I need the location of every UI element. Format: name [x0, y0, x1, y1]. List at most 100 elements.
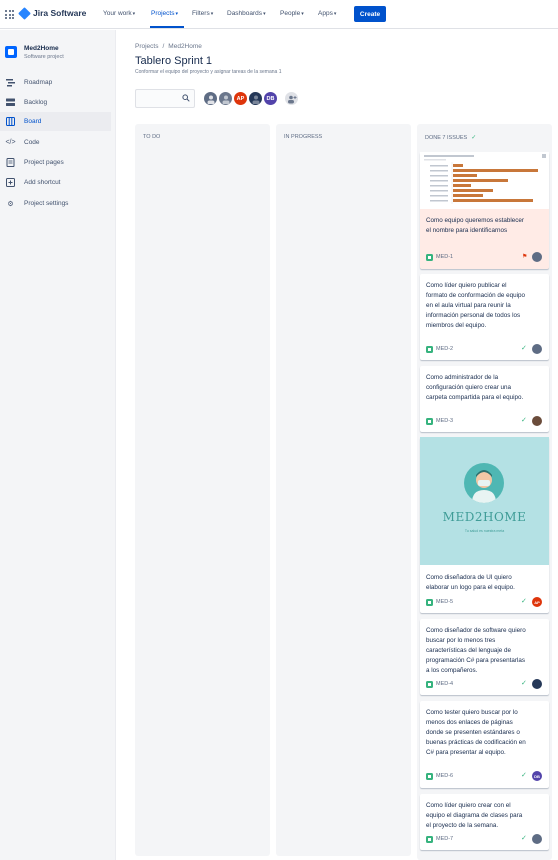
nav-people[interactable]: People▾ — [280, 10, 304, 17]
create-button[interactable]: Create — [354, 6, 386, 22]
story-icon — [426, 681, 433, 688]
column-in-progress[interactable]: IN PROGRESS — [276, 124, 411, 856]
avatar-filter-2[interactable] — [218, 91, 233, 106]
column-title: DONE 7 ISSUES ✓ — [425, 135, 477, 141]
code-icon: </> — [5, 139, 16, 146]
logo-title: MED2HOME — [442, 510, 527, 524]
issue-key[interactable]: MED-2 — [436, 346, 453, 352]
person-icon — [207, 95, 214, 104]
sidebar-item-label: Add shortcut — [24, 179, 61, 186]
app-switcher-icon[interactable] — [5, 10, 14, 19]
add-people-button[interactable] — [284, 91, 299, 106]
issue-key[interactable]: MED-7 — [436, 836, 453, 842]
story-icon — [426, 599, 433, 606]
chevron-down-icon: ▾ — [301, 11, 304, 17]
project-type: Software project — [24, 54, 64, 60]
issue-key[interactable]: MED-3 — [436, 418, 453, 424]
assignee-avatar[interactable] — [532, 252, 542, 262]
active-nav-indicator — [150, 26, 184, 28]
product-name: Jira Software — [33, 8, 87, 18]
avatar-filter-ap[interactable]: AP — [233, 91, 248, 106]
search-icon — [182, 94, 190, 102]
column-title: TO DO — [143, 134, 161, 140]
issue-key[interactable]: MED-4 — [436, 681, 453, 687]
assignee-avatar[interactable]: DB — [532, 771, 542, 781]
sidebar-item-code[interactable]: </> Code — [0, 133, 111, 152]
story-icon — [426, 773, 433, 780]
card-summary: Como administrador de la configuración q… — [426, 374, 524, 401]
backlog-icon — [6, 98, 15, 107]
sprint-goal: Conformar el equipo del proyecto y asign… — [135, 69, 282, 75]
add-person-icon — [287, 95, 296, 103]
story-icon — [426, 418, 433, 425]
card-cover-image — [420, 152, 549, 209]
breadcrumb-projects[interactable]: Projects — [135, 43, 158, 50]
add-shortcut-icon — [6, 178, 15, 187]
doctor-logo-icon — [464, 463, 504, 503]
jira-logo[interactable]: Jira Software — [18, 6, 87, 20]
jira-logo-icon — [18, 6, 31, 20]
sidebar-item-project-settings[interactable]: ⚙ Project settings — [0, 194, 111, 213]
issue-key[interactable]: MED-6 — [436, 773, 453, 779]
sidebar-item-project-pages[interactable]: Project pages — [0, 153, 111, 172]
issue-card-med-4[interactable]: Como diseñador de software quiero buscar… — [420, 619, 549, 695]
done-check-icon: ✓ — [521, 345, 527, 352]
issue-key[interactable]: MED-5 — [436, 599, 453, 605]
page-title: Tablero Sprint 1 — [135, 55, 213, 67]
issue-key[interactable]: MED-1 — [436, 254, 453, 260]
issue-card-med-3[interactable]: Como administrador de la configuración q… — [420, 366, 549, 432]
nav-projects[interactable]: Projects▾ — [151, 10, 178, 17]
breadcrumb-project[interactable]: Med2Home — [168, 43, 202, 50]
avatar-filter-4[interactable] — [248, 91, 263, 106]
done-check-icon: ✓ — [521, 417, 527, 424]
nav-dashboards[interactable]: Dashboards▾ — [227, 10, 266, 17]
sidebar-item-label: Code — [24, 139, 40, 146]
done-check-icon: ✓ — [521, 772, 527, 779]
assignee-avatar[interactable] — [532, 344, 542, 354]
project-avatar-icon — [5, 46, 17, 58]
project-sidebar: Med2Home Software project Roadmap Backlo… — [0, 30, 116, 860]
done-check-icon: ✓ — [521, 680, 527, 687]
card-cover-logo: MED2HOME Tu salud es nuestra meta — [420, 437, 549, 565]
nav-filters[interactable]: Filters▾ — [192, 10, 213, 17]
card-summary: Como diseñadora de UI quiero elaborar un… — [426, 574, 515, 591]
sidebar-item-board[interactable]: Board — [0, 112, 111, 131]
issue-card-med-2[interactable]: Como líder quiero publicar el formato de… — [420, 274, 549, 360]
assignee-avatar[interactable] — [532, 416, 542, 426]
issue-card-med-6[interactable]: Como tester quiero buscar por lo menos d… — [420, 701, 549, 788]
card-summary: Como líder quiero publicar el formato de… — [426, 282, 526, 329]
sidebar-item-label: Project pages — [24, 159, 64, 166]
sidebar-item-roadmap[interactable]: Roadmap — [0, 73, 111, 92]
project-name[interactable]: Med2Home — [24, 45, 59, 52]
column-title: IN PROGRESS — [284, 134, 323, 140]
person-icon — [222, 95, 229, 104]
nav-apps[interactable]: Apps▾ — [318, 10, 336, 17]
issue-card-med-7[interactable]: Como líder quiero crear con el equipo el… — [420, 794, 549, 850]
story-icon — [426, 346, 433, 353]
card-summary: Como equipo queremos establecer el nombr… — [426, 217, 525, 234]
avatar-filter-db[interactable]: DB — [263, 91, 278, 106]
card-summary: Como líder quiero crear con el equipo el… — [426, 802, 523, 829]
column-todo[interactable]: TO DO — [135, 124, 270, 856]
done-check-icon: ✓ — [521, 835, 527, 842]
logo-tagline: Tu salud es nuestra meta — [464, 529, 505, 533]
sidebar-item-label: Backlog — [24, 99, 48, 106]
card-summary: Como diseñador de software quiero buscar… — [426, 627, 526, 674]
sidebar-item-backlog[interactable]: Backlog — [0, 93, 111, 112]
assignee-avatar[interactable] — [532, 834, 542, 844]
avatar-filter-1[interactable] — [203, 91, 218, 106]
chevron-down-icon: ▾ — [263, 11, 266, 17]
done-check-icon: ✓ — [471, 135, 477, 141]
breadcrumb-separator: / — [162, 43, 165, 50]
assignee-avatar[interactable] — [532, 679, 542, 689]
card-summary: Como tester quiero buscar por lo menos d… — [426, 709, 526, 756]
person-icon — [252, 95, 259, 104]
story-icon — [426, 254, 433, 261]
sidebar-item-label: Project settings — [24, 200, 69, 207]
roadmap-icon — [6, 78, 15, 87]
sidebar-item-add-shortcut[interactable]: Add shortcut — [0, 173, 111, 192]
nav-your-work[interactable]: Your work▾ — [103, 10, 135, 17]
chevron-down-icon: ▾ — [175, 11, 178, 17]
assignee-avatar[interactable]: AP — [532, 597, 542, 607]
top-navigation: Jira Software Your work▾ Projects▾ Filte… — [0, 0, 558, 29]
